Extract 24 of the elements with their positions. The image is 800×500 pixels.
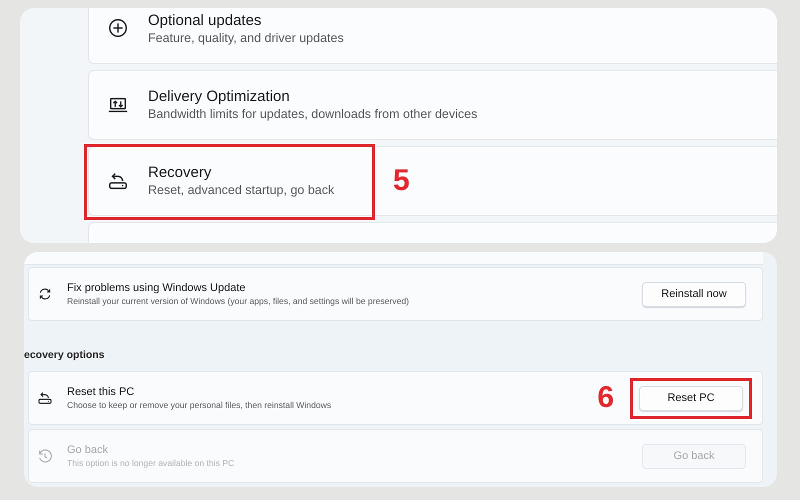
plus-icon [107,17,129,39]
action-button[interactable]: Reset PC [639,386,743,410]
item-title: Optional updates [148,11,262,30]
row-subtitle: This option is no longer available on this PC [67,457,236,469]
item-title: Delivery Optimization [148,87,291,106]
section-heading: ecovery options [24,349,105,361]
history-icon [37,448,53,464]
step-number: 6 [597,381,614,415]
item-subtitle: Bandwidth limits for updates, downloads from other devices [148,106,478,123]
refresh-icon [37,286,53,302]
row-title: Fix problems using Windows Update [67,281,247,295]
row-subtitle: Choose to keep or remove your personal files, then reinstall Windows [67,399,332,411]
row-title: Reset this PC [67,385,136,399]
step-number: 5 [393,164,410,198]
item-title: Recovery [148,163,212,182]
action-button[interactable]: Reinstall now [642,282,746,306]
settings-item[interactable]: Delivery Optimization Bandwidth limits for updates, downloads from other devices [88,70,777,140]
recovery-icon [107,170,129,192]
recovery-icon [37,390,53,406]
settings-item[interactable]: Optional updates Feature, quality, and driver updates [88,8,777,64]
item-subtitle: Feature, quality, and driver updates [148,30,344,47]
item-subtitle: Reset, advanced startup, go back [148,182,334,199]
row-subtitle: Reinstall your current version of Windows (your apps, files, and settings will be preserved) [67,295,410,307]
row-title: Go back [67,443,109,457]
